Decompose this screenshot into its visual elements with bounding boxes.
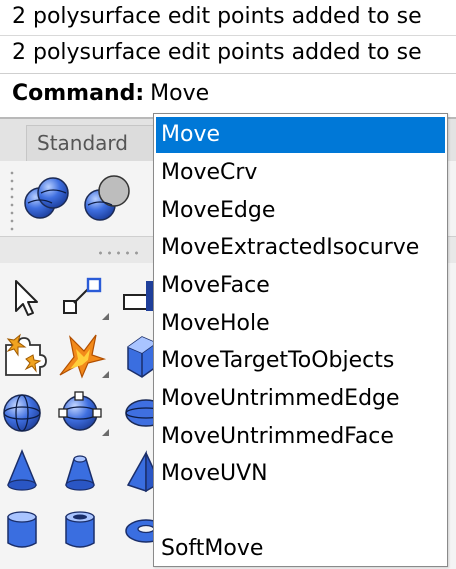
sphere-points-icon[interactable] bbox=[56, 387, 108, 439]
select-arrow-icon[interactable] bbox=[0, 271, 52, 323]
autocomplete-item[interactable]: MoveFace bbox=[156, 268, 445, 304]
flyout-indicator bbox=[102, 371, 109, 378]
sphere-icon[interactable] bbox=[0, 387, 52, 439]
toolbar-grip[interactable] bbox=[10, 169, 14, 231]
move-points-icon[interactable] bbox=[56, 271, 108, 323]
truncated-cone-icon[interactable] bbox=[56, 445, 108, 497]
flyout-indicator bbox=[102, 313, 109, 320]
tab-standard[interactable]: Standard bbox=[26, 125, 156, 161]
autocomplete-item[interactable]: MoveEdge bbox=[156, 193, 445, 229]
autocomplete-item-blank[interactable] bbox=[156, 494, 445, 530]
puzzle-sparkle-icon[interactable] bbox=[0, 329, 52, 381]
boolean-difference-spheres-icon[interactable] bbox=[80, 173, 132, 225]
history-line: 2 polysurface edit points added to se bbox=[12, 4, 422, 29]
command-label: Command: bbox=[12, 81, 145, 106]
command-autocomplete-list[interactable]: Move MoveCrv MoveEdge MoveExtractedIsocu… bbox=[153, 113, 448, 567]
autocomplete-item[interactable]: MoveUntrimmedFace bbox=[156, 419, 445, 455]
command-prompt[interactable]: Command: Move bbox=[0, 73, 456, 117]
autocomplete-item[interactable]: MoveUVN bbox=[156, 456, 445, 492]
autocomplete-item[interactable]: SoftMove bbox=[156, 531, 445, 567]
autocomplete-item[interactable]: MoveExtractedIsocurve bbox=[156, 230, 445, 266]
boolean-union-spheres-icon[interactable] bbox=[20, 173, 72, 225]
flyout-indicator bbox=[102, 429, 109, 436]
cylinder-icon[interactable] bbox=[0, 503, 52, 555]
palette-grip[interactable] bbox=[96, 250, 142, 256]
explode-icon[interactable] bbox=[56, 329, 108, 381]
command-history: 2 polysurface edit points added to se 2 … bbox=[0, 0, 456, 73]
history-line: 2 polysurface edit points added to se bbox=[12, 40, 422, 65]
autocomplete-item[interactable]: MoveUntrimmedEdge bbox=[156, 381, 445, 417]
autocomplete-item[interactable]: MoveTargetToObjects bbox=[156, 343, 445, 379]
command-input[interactable]: Move bbox=[150, 81, 209, 106]
autocomplete-item[interactable]: MoveHole bbox=[156, 306, 445, 342]
cone-icon[interactable] bbox=[0, 445, 52, 497]
tube-icon[interactable] bbox=[56, 503, 108, 555]
autocomplete-item[interactable]: MoveCrv bbox=[156, 155, 445, 191]
autocomplete-item-move[interactable]: Move bbox=[156, 117, 445, 153]
